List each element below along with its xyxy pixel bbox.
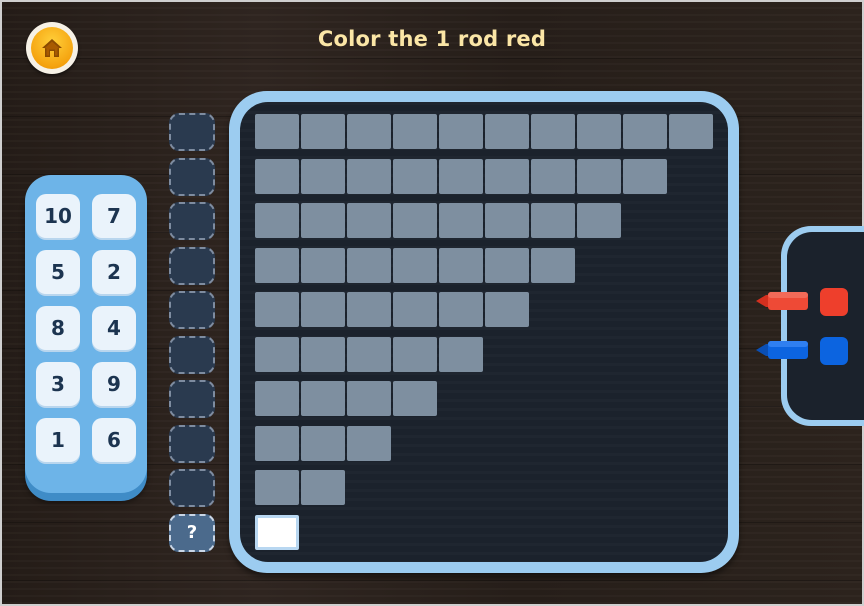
rod-cube <box>347 114 391 149</box>
rod-cube <box>347 292 391 327</box>
rod-cube <box>439 203 483 238</box>
rod-cube <box>439 114 483 149</box>
rod-cube <box>393 381 437 416</box>
rod-cube <box>347 203 391 238</box>
rod-cube <box>439 336 483 372</box>
rod-cube <box>393 336 437 372</box>
rod-cube <box>577 158 621 194</box>
instruction-title: Color the 1 rod red <box>317 27 547 51</box>
answer-slot[interactable] <box>169 335 215 374</box>
rod-cube <box>301 425 345 461</box>
rod-cube <box>347 381 391 416</box>
rod-cube <box>301 203 345 238</box>
rod-cube <box>485 114 529 149</box>
rod-cube <box>577 203 621 238</box>
rod-cube <box>531 114 575 149</box>
rod-cube <box>347 158 391 194</box>
number-tray: 10 7 5 2 8 4 3 9 1 6 <box>25 175 147 493</box>
answer-slot-active[interactable]: ? <box>169 513 215 552</box>
rod-cube <box>255 381 299 416</box>
rod-cube <box>301 114 345 149</box>
blue-crayon[interactable] <box>754 338 810 362</box>
number-tile-4[interactable]: 4 <box>92 306 136 350</box>
rod-cube <box>393 158 437 194</box>
rod-cube <box>485 292 529 327</box>
rod-cube <box>347 425 391 461</box>
rod-cube <box>577 114 621 149</box>
answer-slot[interactable] <box>169 157 215 196</box>
rod-cube <box>623 114 667 149</box>
rod-cube <box>393 292 437 327</box>
number-tile-3[interactable]: 3 <box>36 362 80 406</box>
rod-cube <box>485 247 529 283</box>
rod-cube <box>301 336 345 372</box>
number-tile-7[interactable]: 7 <box>92 194 136 238</box>
rod-cube <box>255 514 299 550</box>
rod-board <box>229 91 739 573</box>
answer-slot[interactable] <box>169 202 215 240</box>
rod-cube <box>531 203 575 238</box>
rod-cube <box>485 158 529 194</box>
rod-cube <box>347 247 391 283</box>
rod-cube <box>393 114 437 149</box>
red-crayon[interactable] <box>754 289 810 313</box>
crayon-panel <box>781 226 864 426</box>
rod-cube <box>301 292 345 327</box>
rod-cube <box>255 425 299 461</box>
rod-cube <box>255 158 299 194</box>
rod-cube <box>531 158 575 194</box>
number-tile-9[interactable]: 9 <box>92 362 136 406</box>
rod-cube <box>255 336 299 372</box>
rod-cube <box>531 247 575 283</box>
rod-cube <box>439 158 483 194</box>
number-tile-6[interactable]: 6 <box>92 418 136 462</box>
answer-slot[interactable] <box>169 469 215 507</box>
red-swatch[interactable] <box>820 288 848 316</box>
rod-cube <box>347 336 391 372</box>
rod-cube <box>255 292 299 327</box>
answer-slot[interactable] <box>169 291 215 329</box>
answer-slot[interactable] <box>169 113 215 151</box>
number-tile-1[interactable]: 1 <box>36 418 80 462</box>
number-tile-10[interactable]: 10 <box>36 194 80 238</box>
answer-slot[interactable] <box>169 424 215 463</box>
blue-swatch[interactable] <box>820 337 848 365</box>
rod-cube <box>669 114 713 149</box>
rod-cube <box>439 247 483 283</box>
answer-slot[interactable] <box>169 246 215 285</box>
rods-area <box>240 102 728 562</box>
rod-cube <box>485 203 529 238</box>
board-surface <box>240 102 728 562</box>
rod-cube <box>255 247 299 283</box>
rod-cube <box>255 203 299 238</box>
rod-cube <box>301 470 345 505</box>
number-tile-5[interactable]: 5 <box>36 250 80 294</box>
rod-cube <box>393 203 437 238</box>
number-tile-2[interactable]: 2 <box>92 250 136 294</box>
rod-cube <box>393 247 437 283</box>
rod-cube <box>255 470 299 505</box>
rod-cube <box>439 292 483 327</box>
number-tile-8[interactable]: 8 <box>36 306 80 350</box>
answer-slot[interactable] <box>169 380 215 418</box>
rod-cube <box>623 158 667 194</box>
rod-cube <box>255 114 299 149</box>
rod-cube <box>301 158 345 194</box>
rod-cube <box>301 381 345 416</box>
rod-cube <box>301 247 345 283</box>
